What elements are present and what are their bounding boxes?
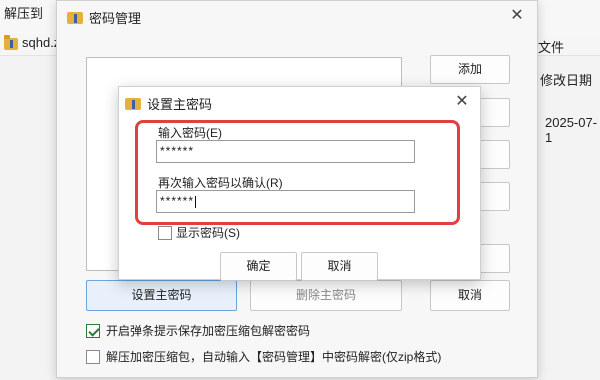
file-date-cell: 2025-07-1 (545, 115, 598, 145)
password-manager-title: 密码管理 (89, 10, 142, 26)
save-password-prompt-checkbox[interactable] (86, 323, 100, 338)
show-password-checkbox[interactable] (158, 225, 172, 240)
folder-icon (4, 35, 18, 50)
show-password-option[interactable]: 显示密码(S) (158, 224, 240, 241)
extract-to-button[interactable]: 解压到 (4, 3, 43, 22)
close-icon[interactable]: ✕ (452, 92, 472, 112)
save-password-prompt-label: 开启弹条提示保存加密压缩包解密密码 (106, 324, 311, 338)
confirm-password-input[interactable]: ****** (156, 190, 415, 213)
master-password-titlebar: 设置主密码 (125, 93, 212, 113)
auto-fill-password-label: 解压加密压缩包，自动输入【密码管理】中密码解密(仅zip格式) (106, 350, 442, 364)
confirm-password-value: ****** (160, 194, 195, 208)
close-icon[interactable]: ✕ (507, 6, 527, 26)
save-password-prompt-option[interactable]: 开启弹条提示保存加密压缩包解密密码 (86, 322, 310, 339)
set-master-password-button[interactable]: 设置主密码 (86, 280, 237, 311)
cancel-button[interactable]: 取消 (430, 280, 510, 311)
password-input-value: ****** (160, 144, 195, 158)
auto-fill-password-option[interactable]: 解压加密压缩包，自动输入【密码管理】中密码解密(仅zip格式) (86, 348, 441, 365)
auto-fill-password-checkbox[interactable] (86, 349, 100, 364)
column-file[interactable]: 文件 (538, 37, 564, 56)
add-button[interactable]: 添加 (430, 55, 510, 84)
dialog-cancel-button[interactable]: 取消 (301, 252, 378, 281)
confirm-password-label: 再次输入密码以确认(R) (158, 176, 283, 190)
delete-master-password-button[interactable]: 删除主密码 (250, 280, 402, 311)
password-input[interactable]: ****** (156, 140, 415, 163)
ok-button[interactable]: 确定 (220, 252, 297, 281)
set-master-password-dialog: 设置主密码 ✕ 输入密码(E) ****** 再次输入密码以确认(R) ****… (118, 86, 481, 281)
archive-app-icon (125, 96, 141, 110)
show-password-label: 显示密码(S) (176, 226, 240, 240)
password-input-label: 输入密码(E) (158, 126, 222, 140)
master-password-title: 设置主密码 (147, 96, 213, 112)
password-manager-titlebar: 密码管理 (67, 7, 141, 27)
column-modified-date[interactable]: 修改日期 (540, 70, 592, 89)
archive-file-name: sqhd.z (22, 35, 61, 50)
text-caret (195, 195, 197, 208)
archive-app-icon (67, 10, 83, 24)
